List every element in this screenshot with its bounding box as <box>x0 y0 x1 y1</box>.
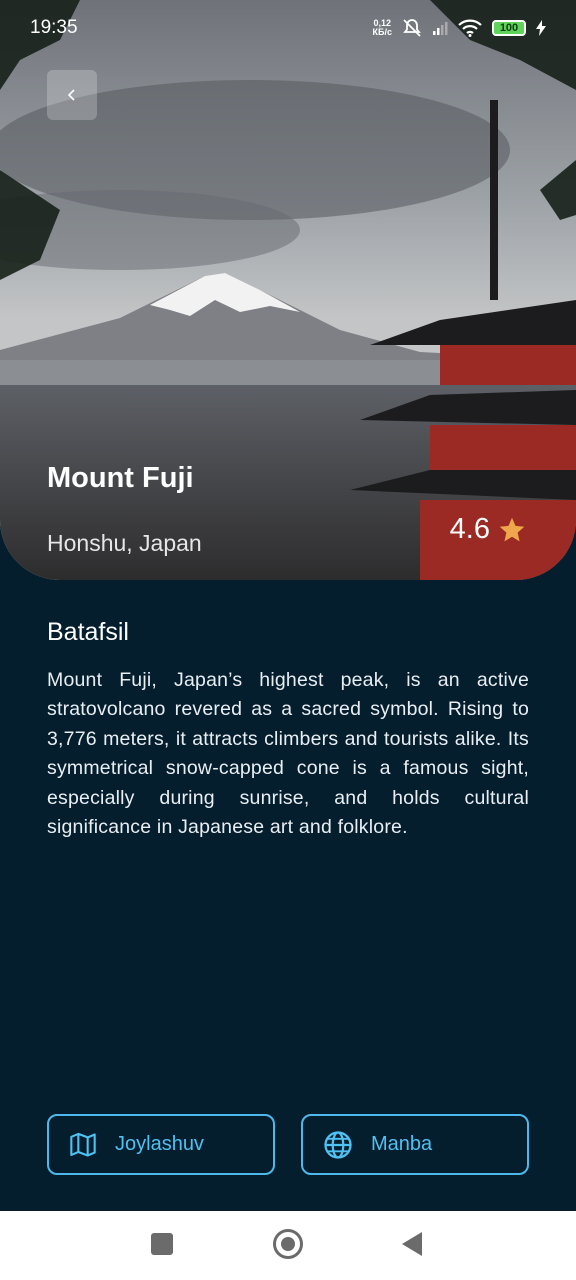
screen: 19:35 0,12 КБ/с 100 Mount Fuji Honshu, J… <box>0 0 576 1280</box>
back-button[interactable] <box>47 70 97 120</box>
home-button[interactable] <box>273 1229 303 1259</box>
network-speed-unit: КБ/с <box>372 27 392 37</box>
location-button-label: Joylashuv <box>115 1133 204 1155</box>
system-nav-bar <box>0 1211 576 1280</box>
recent-apps-button[interactable] <box>151 1233 173 1255</box>
status-icons: 0,12 КБ/с 100 <box>373 18 546 38</box>
status-bar: 19:35 0,12 КБ/с 100 <box>0 0 576 56</box>
battery-indicator: 100 <box>492 20 526 36</box>
place-location: Honshu, Japan <box>47 530 202 556</box>
charging-icon <box>536 20 546 36</box>
hero-image: 19:35 0,12 КБ/с 100 Mount Fuji Honshu, J… <box>0 0 576 580</box>
status-time: 19:35 <box>30 17 78 38</box>
source-button[interactable]: Manba <box>301 1114 529 1175</box>
section-title: Batafsil <box>47 618 129 646</box>
globe-icon <box>324 1130 352 1159</box>
place-description: Mount Fuji, Japan’s highest peak, is an … <box>47 669 529 839</box>
network-speed: 0,12 КБ/с <box>373 19 392 37</box>
map-icon <box>70 1132 96 1157</box>
rating: 4.6 <box>450 513 526 546</box>
signal-icon <box>433 22 448 35</box>
source-button-label: Manba <box>371 1133 433 1155</box>
location-button[interactable]: Joylashuv <box>47 1114 275 1175</box>
rating-value: 4.6 <box>449 513 490 545</box>
wifi-icon <box>458 19 482 37</box>
place-title: Mount Fuji <box>47 462 194 494</box>
bell-off-icon <box>403 19 421 37</box>
star-icon <box>499 517 525 541</box>
system-back-button[interactable] <box>402 1232 422 1256</box>
chevron-left-icon <box>67 89 75 101</box>
